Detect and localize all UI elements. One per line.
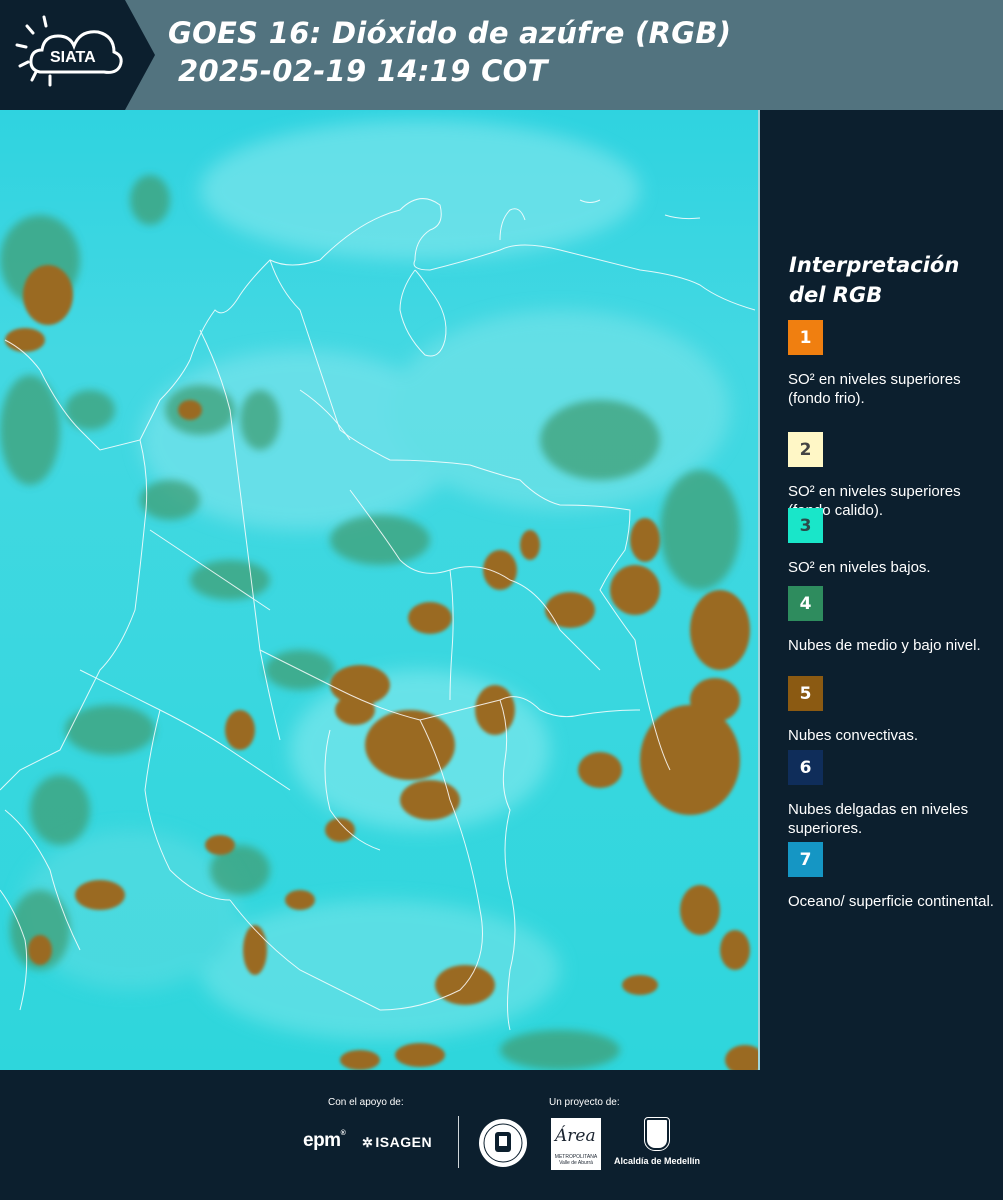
isagen-logo: ✲ ISAGEN [362, 1134, 432, 1151]
legend-swatch-3: 3 [788, 508, 823, 543]
legend-label-3: SO² en niveles bajos. [788, 559, 931, 576]
legend-swatch-1: 1 [788, 320, 823, 355]
area-logo-subtitle: METROPOLITANA Valle de Aburrá [554, 1154, 598, 1166]
legend-item-3: 3 SO² en niveles bajos. [788, 508, 998, 577]
siata-logo-text: SIATA [50, 49, 96, 66]
legend-swatch-6: 6 [788, 750, 823, 785]
legend-panel: Interpretación del RGB 1 SO² en niveles s… [762, 110, 1003, 1070]
epm-logo: epm® [303, 1130, 346, 1151]
satellite-map [0, 110, 760, 1070]
header-bar: SIATA GOES 16: Dióxido de azúfre (RGB) 2… [0, 0, 1003, 110]
medellin-seal-logo [478, 1118, 528, 1173]
area-metropolitana-logo: Área METROPOLITANA Valle de Aburrá [551, 1118, 601, 1170]
legend-swatch-4: 4 [788, 586, 823, 621]
support-label: Con el apoyo de: [328, 1097, 404, 1108]
isagen-logo-text: ISAGEN [375, 1134, 433, 1150]
alcaldia-crest-icon [644, 1117, 670, 1151]
legend-item-1: 1 SO² en niveles superiores (fondo frio). [788, 320, 998, 408]
page-timestamp: 2025-02-19 14:19 COT [178, 54, 548, 88]
epm-logo-text: epm [303, 1130, 341, 1151]
alcaldia-medellin-logo: Alcaldía de Medellín [613, 1117, 701, 1173]
legend-swatch-7: 7 [788, 842, 823, 877]
legend-item-6: 6 Nubes delgadas en niveles superiores. [788, 750, 998, 838]
legend-label-4: Nubes de medio y bajo nivel. [788, 637, 981, 654]
footer-divider [458, 1116, 459, 1168]
area-logo-word: Área [555, 1126, 596, 1146]
page-title: GOES 16: Dióxido de azúfre (RGB) [168, 16, 732, 50]
alcaldia-logo-text: Alcaldía de Medellín [613, 1156, 701, 1166]
legend-label-5: Nubes convectivas. [788, 727, 919, 744]
legend-item-2: 2 SO² en niveles superiores (fondo calido… [788, 432, 998, 520]
legend-item-7: 7 Oceano/ superficie continental. [788, 842, 998, 911]
isagen-mark-icon: ✲ [362, 1135, 374, 1150]
legend-item-5: 5 Nubes convectivas. [788, 676, 998, 745]
project-label: Un proyecto de: [549, 1097, 620, 1108]
legend-swatch-5: 5 [788, 676, 823, 711]
legend-item-4: 4 Nubes de medio y bajo nivel. [788, 586, 998, 655]
siata-logo: SIATA [0, 0, 155, 110]
legend-label-7: Oceano/ superficie continental. [788, 893, 994, 910]
legend-swatch-2: 2 [788, 432, 823, 467]
legend-title: Interpretación del RGB [789, 253, 960, 307]
legend-label-1: SO² en niveles superiores (fondo frio). [788, 371, 961, 407]
legend-label-6: Nubes delgadas en niveles superiores. [788, 801, 969, 837]
footer: Con el apoyo de: Un proyecto de: epm® ✲ I… [0, 1070, 1003, 1200]
